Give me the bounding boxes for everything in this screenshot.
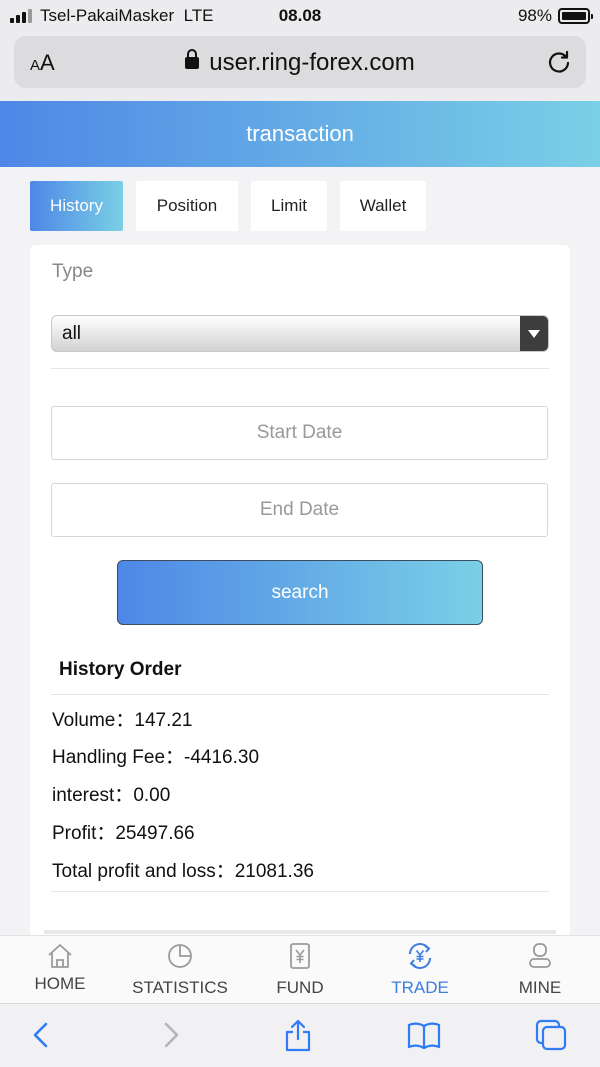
yen-document-icon bbox=[290, 943, 310, 969]
nav-mine-label: MINE bbox=[518, 978, 562, 997]
nav-fund-label: FUND bbox=[276, 978, 324, 997]
nav-mine[interactable]: MINE bbox=[480, 936, 600, 1004]
tab-wallet[interactable]: Wallet bbox=[340, 181, 426, 231]
forward-icon[interactable] bbox=[154, 1018, 188, 1052]
tab-limit[interactable]: Limit bbox=[251, 181, 327, 231]
handling-fee-label: Handling Fee： bbox=[52, 747, 185, 768]
bookmarks-icon[interactable] bbox=[407, 1018, 441, 1052]
page-title: transaction bbox=[246, 121, 354, 146]
pie-chart-icon bbox=[168, 944, 192, 968]
dropdown-arrow-icon bbox=[520, 316, 548, 351]
clock: 08.08 bbox=[278, 6, 322, 25]
volume-label: Volume： bbox=[52, 710, 135, 731]
bottom-nav: HOME STATISTICS FUND TRADE MINE bbox=[0, 935, 600, 1003]
volume-value: 147.21 bbox=[134, 710, 193, 731]
battery-fill bbox=[562, 12, 586, 20]
total-profit-loss-row: Total profit and loss：21081.36 bbox=[52, 856, 314, 883]
profit-value: 25497.66 bbox=[115, 823, 195, 844]
divider bbox=[51, 368, 549, 369]
reload-icon[interactable] bbox=[546, 48, 572, 74]
browser-toolbar bbox=[0, 1003, 600, 1067]
nav-trade[interactable]: TRADE bbox=[360, 936, 480, 1004]
share-icon[interactable] bbox=[281, 1018, 315, 1052]
search-button[interactable]: search bbox=[117, 560, 483, 625]
profit-label: Profit： bbox=[52, 823, 116, 844]
volume-row: Volume：147.21 bbox=[52, 705, 193, 732]
yen-exchange-icon bbox=[409, 943, 431, 969]
user-icon bbox=[529, 943, 551, 968]
type-select[interactable]: all bbox=[51, 315, 549, 352]
url-display[interactable]: user.ring-forex.com bbox=[14, 49, 586, 77]
nav-home-label: HOME bbox=[34, 974, 86, 993]
handling-fee-value: -4416.30 bbox=[184, 747, 260, 768]
total-profit-loss-value: 21081.36 bbox=[234, 861, 314, 882]
nav-fund[interactable]: FUND bbox=[240, 936, 360, 1004]
divider bbox=[51, 891, 549, 892]
browser-address-area: AA user.ring-forex.com bbox=[0, 32, 600, 102]
battery-percent: 98% bbox=[517, 6, 552, 25]
interest-value: 0.00 bbox=[133, 785, 171, 806]
divider bbox=[51, 694, 549, 695]
interest-label: interest： bbox=[52, 785, 134, 806]
total-profit-loss-label: Total profit and loss： bbox=[52, 861, 235, 882]
address-bar[interactable]: AA user.ring-forex.com bbox=[14, 36, 586, 88]
back-icon[interactable] bbox=[24, 1018, 58, 1052]
nav-home[interactable]: HOME bbox=[0, 936, 120, 1004]
url-text: user.ring-forex.com bbox=[209, 49, 415, 76]
status-bar: Tsel-PakaiMasker LTE 08.08 98% bbox=[0, 0, 600, 32]
tabs-icon[interactable] bbox=[534, 1018, 568, 1052]
profit-row: Profit：25497.66 bbox=[52, 818, 195, 845]
interest-row: interest：0.00 bbox=[52, 780, 170, 807]
divider bbox=[44, 930, 556, 934]
type-label: Type bbox=[52, 261, 94, 282]
nav-statistics[interactable]: STATISTICS bbox=[120, 936, 240, 1004]
type-select-value: all bbox=[62, 323, 82, 344]
nav-trade-label: TRADE bbox=[391, 978, 449, 997]
nav-statistics-label: STATISTICS bbox=[132, 978, 228, 997]
tab-history[interactable]: History bbox=[30, 181, 123, 231]
start-date-input[interactable]: Start Date bbox=[51, 406, 548, 460]
page-header: transaction bbox=[0, 101, 600, 167]
tab-position[interactable]: Position bbox=[136, 181, 238, 231]
handling-fee-row: Handling Fee：-4416.30 bbox=[52, 742, 259, 769]
battery-icon bbox=[558, 8, 593, 24]
history-order-title: History Order bbox=[59, 659, 182, 680]
home-icon bbox=[48, 944, 72, 968]
lock-icon bbox=[185, 49, 200, 69]
end-date-input[interactable]: End Date bbox=[51, 483, 548, 537]
